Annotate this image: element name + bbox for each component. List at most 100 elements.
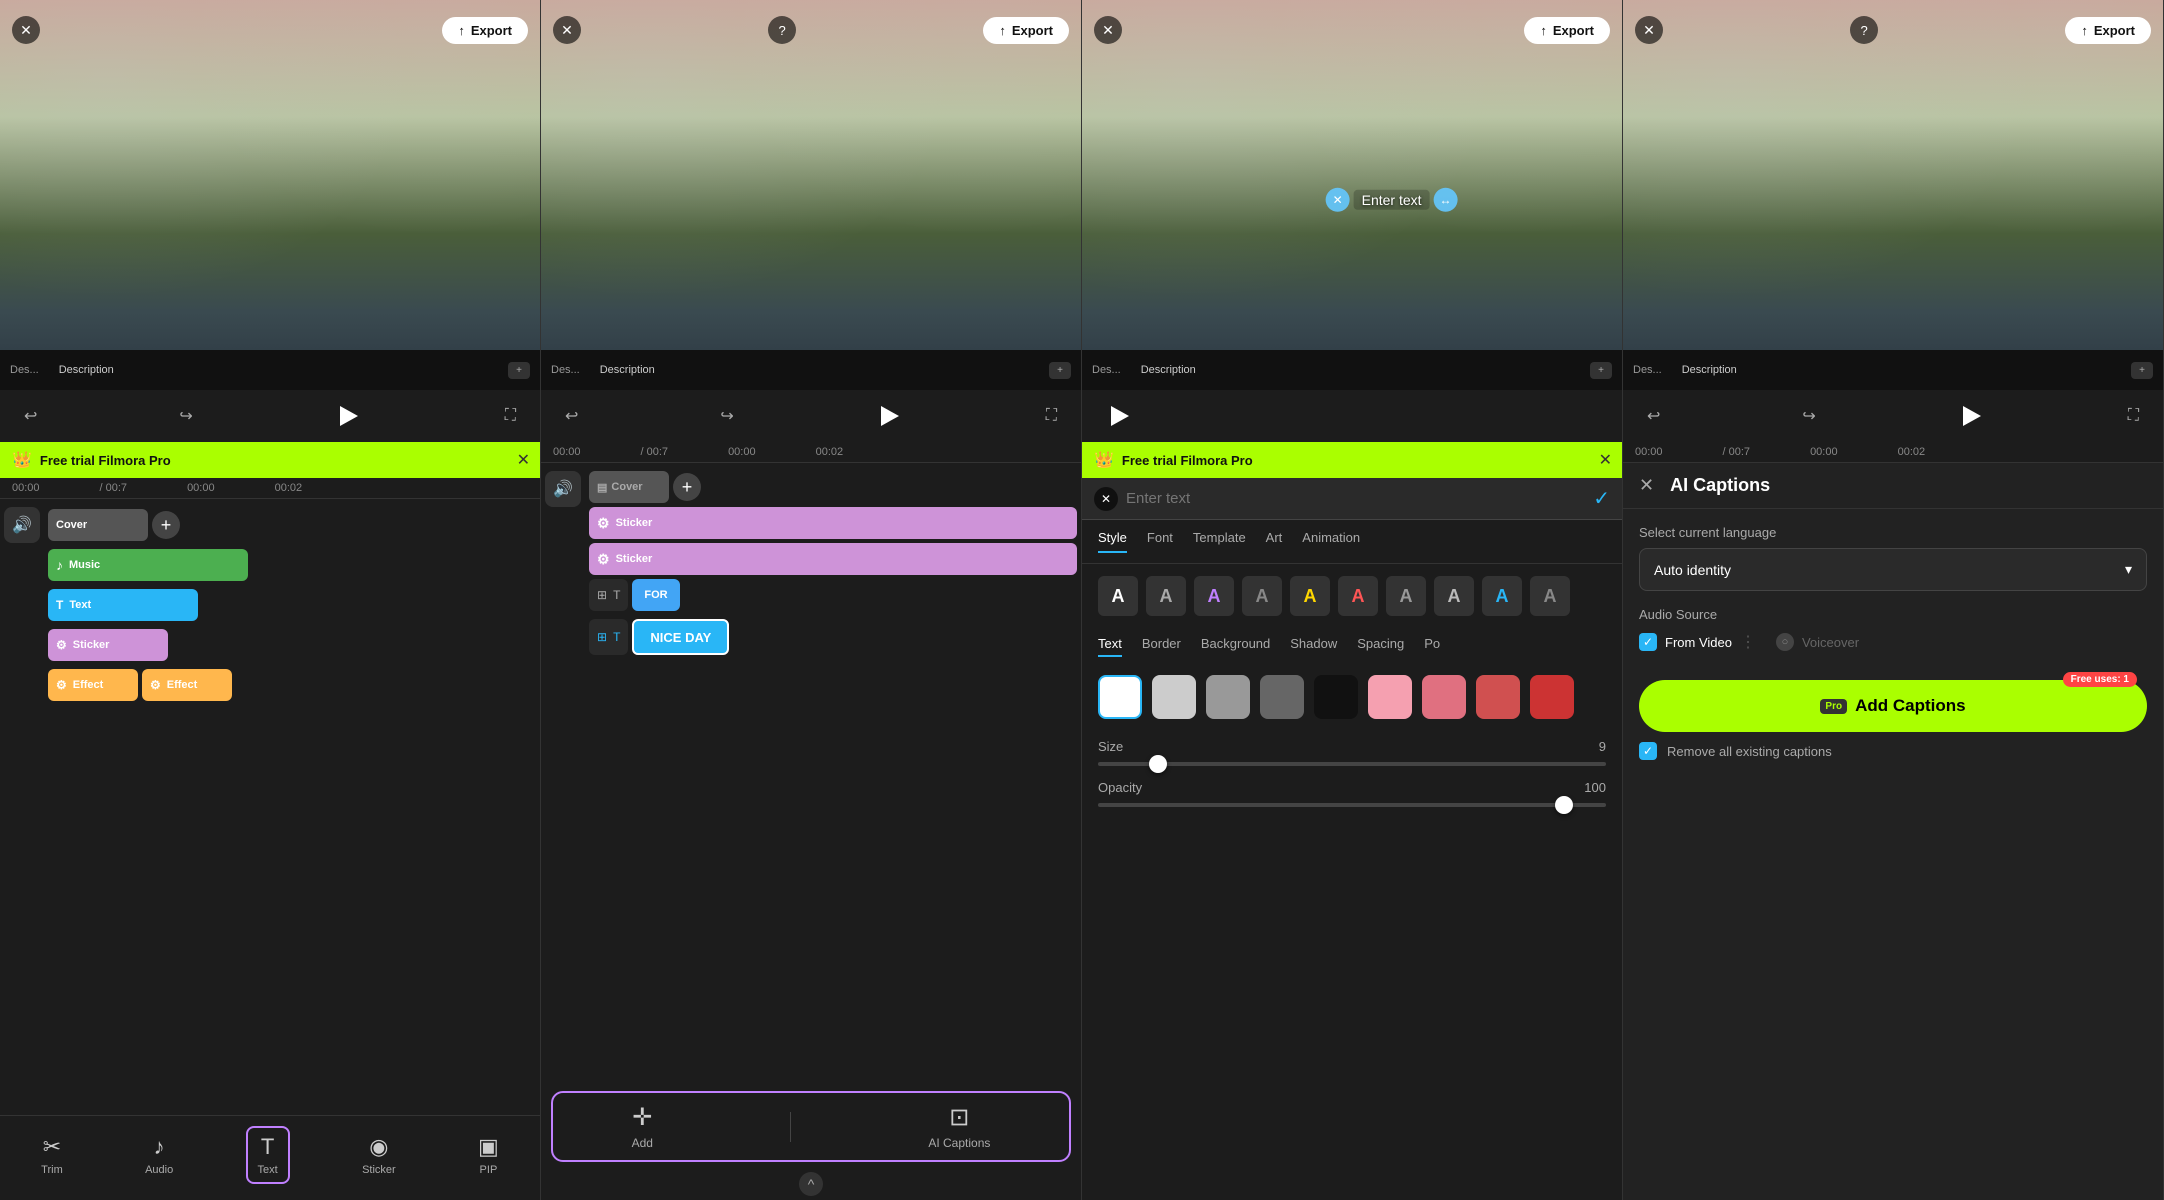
ai-from-video-option-4[interactable]: ✓ From Video ⋮ — [1639, 632, 1756, 652]
play-button-4[interactable] — [1954, 398, 1990, 434]
style-btn-more-3[interactable]: A — [1530, 576, 1570, 616]
more-options-icon-4[interactable]: ⋮ — [1740, 632, 1756, 652]
undo-button-4[interactable]: ↩ — [1643, 402, 1664, 430]
sound-button-2[interactable]: 🔊 — [545, 471, 581, 507]
redo-button-1[interactable]: ↪ — [175, 402, 196, 430]
export-button-1[interactable]: ↑ Export — [442, 17, 528, 44]
play-button-1[interactable] — [331, 398, 367, 434]
style-btn-outline-3[interactable]: A — [1146, 576, 1186, 616]
overlay-resize-btn-3[interactable]: ↔ — [1434, 188, 1458, 212]
size-slider-track-3[interactable] — [1098, 762, 1606, 766]
style-btn-dark-3[interactable]: A — [1242, 576, 1282, 616]
tab-style-3[interactable]: Style — [1098, 530, 1127, 553]
sticker-item-1[interactable]: ⚙ Sticker — [589, 507, 1077, 539]
style-btn-gold-3[interactable]: A — [1290, 576, 1330, 616]
style-btn-normal-3[interactable]: A — [1098, 576, 1138, 616]
style-btn-cyan-3[interactable]: A — [1482, 576, 1522, 616]
style-btn-gray-3[interactable]: A — [1386, 576, 1426, 616]
add-track-btn-2[interactable]: + — [673, 473, 701, 501]
color-tab-shadow-3[interactable]: Shadow — [1290, 636, 1337, 657]
video-bottom-btn-4[interactable]: + — [2131, 362, 2153, 379]
text-overlay-text-3[interactable]: Enter text — [1354, 190, 1430, 210]
clip-sticker-1[interactable]: ⚙ Sticker — [48, 629, 168, 661]
tool-sticker-1[interactable]: ◉ Sticker — [352, 1128, 406, 1182]
tab-animation-3[interactable]: Animation — [1302, 530, 1360, 553]
color-tab-bg-3[interactable]: Background — [1201, 636, 1270, 657]
undo-button-1[interactable]: ↩ — [20, 402, 41, 430]
video-bottom-btn-3[interactable]: + — [1590, 362, 1612, 379]
fullscreen-button-4[interactable]: ⛶ — [2124, 403, 2143, 429]
color-swatch-red-3[interactable] — [1530, 675, 1574, 719]
clip-effect-1[interactable]: ⚙ Effect — [48, 669, 138, 701]
ai-close-btn-4[interactable]: ✕ — [1639, 475, 1654, 496]
overlay-close-btn-3[interactable]: ✕ — [1326, 188, 1350, 212]
add-item-2[interactable]: ✛ Add — [632, 1103, 653, 1150]
close-button-4[interactable]: ✕ — [1635, 16, 1663, 44]
banner-close-1[interactable]: ✕ — [517, 450, 530, 470]
sticker-item-2[interactable]: ⚙ Sticker — [589, 543, 1077, 575]
color-swatch-salmon-3[interactable] — [1476, 675, 1520, 719]
color-swatch-gray-3[interactable] — [1206, 675, 1250, 719]
color-tab-border-3[interactable]: Border — [1142, 636, 1181, 657]
tab-template-3[interactable]: Template — [1193, 530, 1246, 553]
color-swatch-black-3[interactable] — [1314, 675, 1358, 719]
tool-audio-1[interactable]: ♪ Audio — [135, 1128, 183, 1182]
export-button-3[interactable]: ↑ Export — [1524, 17, 1610, 44]
clip-text-1[interactable]: T Text — [48, 589, 198, 621]
tab-font-3[interactable]: Font — [1147, 530, 1173, 553]
close-button-2[interactable]: ✕ — [553, 16, 581, 44]
clip-effect-2[interactable]: ⚙ Effect — [142, 669, 232, 701]
opacity-slider-thumb-3[interactable] — [1555, 796, 1573, 814]
clip-cover-2[interactable]: ▤ Cover — [589, 471, 669, 503]
color-swatch-dgray-3[interactable] — [1260, 675, 1304, 719]
tool-trim-1[interactable]: ✂ Trim — [31, 1128, 73, 1182]
color-swatch-rose-3[interactable] — [1422, 675, 1466, 719]
color-swatch-lgray-3[interactable] — [1152, 675, 1196, 719]
color-swatch-white-3[interactable] — [1098, 675, 1142, 719]
export-button-2[interactable]: ↑ Export — [983, 17, 1069, 44]
tool-text-1[interactable]: T Text — [246, 1126, 290, 1184]
color-swatch-pink-3[interactable] — [1368, 675, 1412, 719]
fullscreen-button-1[interactable]: ⛶ — [501, 403, 520, 429]
ai-language-dropdown-4[interactable]: Auto identity ▾ — [1639, 548, 2147, 591]
style-btn-red-3[interactable]: A — [1338, 576, 1378, 616]
help-button-2[interactable]: ? — [768, 16, 796, 44]
tool-pip-1[interactable]: ▣ PIP — [468, 1128, 509, 1182]
banner-close-3[interactable]: ✕ — [1599, 450, 1612, 470]
text-close-btn-3[interactable]: ✕ — [1094, 487, 1118, 511]
clip-music-1[interactable]: ♪ Music — [48, 549, 248, 581]
play-button-2[interactable] — [872, 398, 908, 434]
size-slider-thumb-3[interactable] — [1149, 755, 1167, 773]
text-confirm-btn-3[interactable]: ✓ — [1593, 486, 1610, 511]
text-input-field-3[interactable] — [1126, 490, 1585, 507]
remove-checkbox-4[interactable]: ✓ — [1639, 742, 1657, 760]
scroll-up-btn-2[interactable]: ^ — [799, 1172, 823, 1196]
sound-button-1[interactable]: 🔊 — [4, 507, 40, 543]
color-tab-spacing-3[interactable]: Spacing — [1357, 636, 1404, 657]
redo-button-2[interactable]: ↪ — [716, 402, 737, 430]
style-btn-light-3[interactable]: A — [1434, 576, 1474, 616]
fullscreen-button-2[interactable]: ⛶ — [1042, 403, 1061, 429]
close-button-3[interactable]: ✕ — [1094, 16, 1122, 44]
opacity-slider-track-3[interactable] — [1098, 803, 1606, 807]
undo-button-2[interactable]: ↩ — [561, 402, 582, 430]
play-button-3[interactable] — [1102, 398, 1138, 434]
help-button-4[interactable]: ? — [1850, 16, 1878, 44]
ai-from-video-checkbox-4[interactable]: ✓ — [1639, 633, 1657, 651]
redo-button-4[interactable]: ↪ — [1798, 402, 1819, 430]
video-bottom-btn-2[interactable]: + — [1049, 362, 1071, 379]
close-button-1[interactable]: ✕ — [12, 16, 40, 44]
color-tab-text-3[interactable]: Text — [1098, 636, 1122, 657]
export-button-4[interactable]: ↑ Export — [2065, 17, 2151, 44]
style-btn-purple-3[interactable]: A — [1194, 576, 1234, 616]
clip-for-2[interactable]: FOR — [632, 579, 679, 611]
ai-voiceover-radio-4[interactable]: ○ — [1776, 633, 1794, 651]
clip-nice-day-2[interactable]: NICE DAY — [632, 619, 729, 655]
add-captions-btn-4[interactable]: Free uses: 1 Pro Add Captions — [1639, 680, 2147, 732]
ai-captions-item-2[interactable]: ⊡ AI Captions — [928, 1103, 990, 1150]
color-tab-po-3[interactable]: Po — [1424, 636, 1440, 657]
clip-cover-1[interactable]: Cover — [48, 509, 148, 541]
tab-art-3[interactable]: Art — [1266, 530, 1283, 553]
add-track-btn-1[interactable]: + — [152, 511, 180, 539]
video-bottom-btn-1[interactable]: + — [508, 362, 530, 379]
